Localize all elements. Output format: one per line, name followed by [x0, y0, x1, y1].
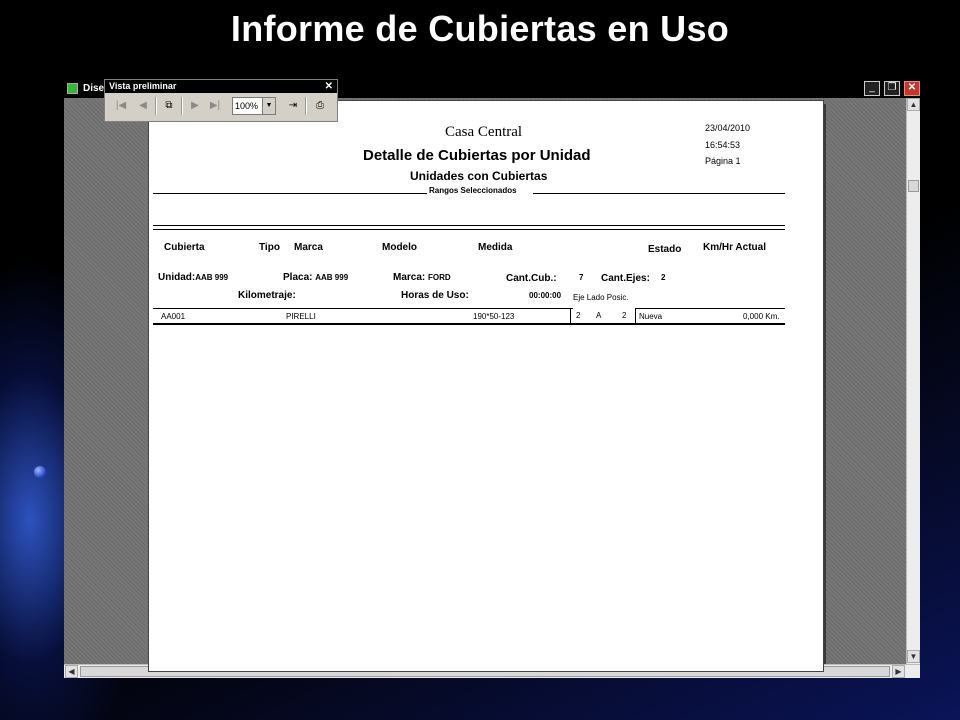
vertical-scrollbar[interactable]: ▲ ▼: [906, 98, 920, 664]
report-subtitle: Unidades con Cubiertas: [410, 169, 548, 183]
toolbar-close-icon[interactable]: ✕: [325, 80, 333, 93]
preview-window: Dise _ ❐ ✕ ▲ ▼ ◀ ▶ Casa Central 23/04/20…: [64, 80, 920, 678]
toolbar-separator: [305, 97, 307, 115]
row-eje: 2: [576, 311, 581, 320]
last-page-icon[interactable]: ▶|: [205, 97, 225, 115]
row-estado: Nueva: [639, 312, 663, 321]
chevron-down-icon[interactable]: ▼: [262, 98, 275, 114]
minimize-button[interactable]: _: [864, 81, 880, 96]
row-posic: 2: [622, 311, 627, 320]
unidad-label: Unidad:: [158, 272, 196, 283]
divider-line: [153, 229, 785, 230]
bullet-icon: [34, 466, 46, 478]
zoom-select[interactable]: 100% ▼: [232, 97, 276, 115]
vertical-scroll-thumb[interactable]: [908, 180, 919, 192]
cant-ejes-value: 2: [661, 273, 666, 282]
scroll-right-icon[interactable]: ▶: [892, 665, 905, 678]
print-icon[interactable]: ⎙: [310, 97, 330, 115]
scroll-left-icon[interactable]: ◀: [65, 665, 78, 678]
marca-value: FORD: [428, 273, 451, 282]
window-title: Dise: [83, 83, 105, 94]
col-cubierta: Cubierta: [164, 242, 205, 253]
report-time: 16:54:53: [705, 140, 741, 150]
row-marca: PIRELLI: [286, 312, 316, 321]
report-title: Detalle de Cubiertas por Unidad: [363, 147, 591, 164]
divider-line: [153, 308, 573, 309]
scroll-up-icon[interactable]: ▲: [907, 98, 920, 111]
placa-field: Placa: AAB 999: [283, 272, 348, 283]
horas-uso-label: Horas de Uso:: [401, 290, 469, 301]
slide-title: Informe de Cubiertas en Uso: [230, 8, 730, 49]
horas-uso-value: 00:00:00: [529, 291, 562, 300]
scroll-down-icon[interactable]: ▼: [907, 650, 920, 663]
divider-line: [153, 193, 427, 194]
placa-value: AAB 999: [315, 273, 349, 282]
col-tipo: Tipo: [259, 242, 280, 253]
first-page-icon[interactable]: |◀: [111, 97, 131, 115]
col-estado: Estado: [648, 244, 682, 255]
col-marca: Marca: [294, 242, 323, 253]
app-icon: [67, 83, 78, 94]
prev-page-icon[interactable]: ◀: [133, 97, 153, 115]
close-window-button[interactable]: ✕: [904, 81, 920, 96]
report-page: Casa Central 23/04/2010 16:54:53 Página …: [148, 100, 824, 672]
cant-cub-label: Cant.Cub.:: [506, 273, 557, 284]
restore-button[interactable]: ❐: [884, 81, 900, 96]
ranges-label: Rangos Seleccionados: [429, 186, 517, 195]
col-modelo: Modelo: [382, 242, 417, 253]
row-cubierta: AA001: [161, 312, 186, 321]
placa-label: Placa:: [283, 272, 313, 283]
kilometraje-label: Kilometraje:: [238, 290, 296, 301]
cant-cub-value: 7: [579, 273, 584, 282]
col-medida: Medida: [478, 242, 513, 253]
zoom-value: 100%: [235, 101, 259, 111]
toolbar-separator: [155, 97, 157, 115]
divider-line: [153, 323, 785, 325]
divider-line: [153, 225, 785, 226]
toolbar-separator: [181, 97, 183, 115]
company-name: Casa Central: [445, 124, 523, 140]
row-km: 0,000 Km.: [743, 312, 780, 321]
divider-line: [635, 308, 785, 309]
exit-preview-icon[interactable]: ⇥: [283, 97, 303, 115]
row-lado: A: [596, 311, 602, 320]
row-medida: 190*50-123: [473, 312, 515, 321]
cell-border: [635, 308, 636, 323]
copy-pages-icon[interactable]: ⧉: [159, 97, 179, 115]
col-km-hr: Km/Hr Actual: [703, 242, 766, 253]
unidad-value: AAB 999: [195, 273, 229, 282]
cell-border: [570, 308, 571, 323]
position-header: Eje Lado Posic.: [573, 293, 629, 302]
next-page-icon[interactable]: ▶: [185, 97, 205, 115]
divider-line: [533, 193, 785, 194]
unidad-field: Unidad:AAB 999: [158, 272, 228, 283]
toolbar-title: Vista preliminar: [105, 80, 337, 93]
cant-ejes-label: Cant.Ejes:: [601, 273, 650, 284]
marca-label: Marca:: [393, 272, 426, 283]
preview-toolbar: Vista preliminar ✕ |◀ ◀ ⧉ ▶ ▶| 100% ▼ ⇥ …: [104, 79, 338, 122]
report-date: 23/04/2010: [705, 123, 751, 133]
page-number: Página 1: [705, 156, 741, 166]
marca-field: Marca: FORD: [393, 272, 451, 283]
